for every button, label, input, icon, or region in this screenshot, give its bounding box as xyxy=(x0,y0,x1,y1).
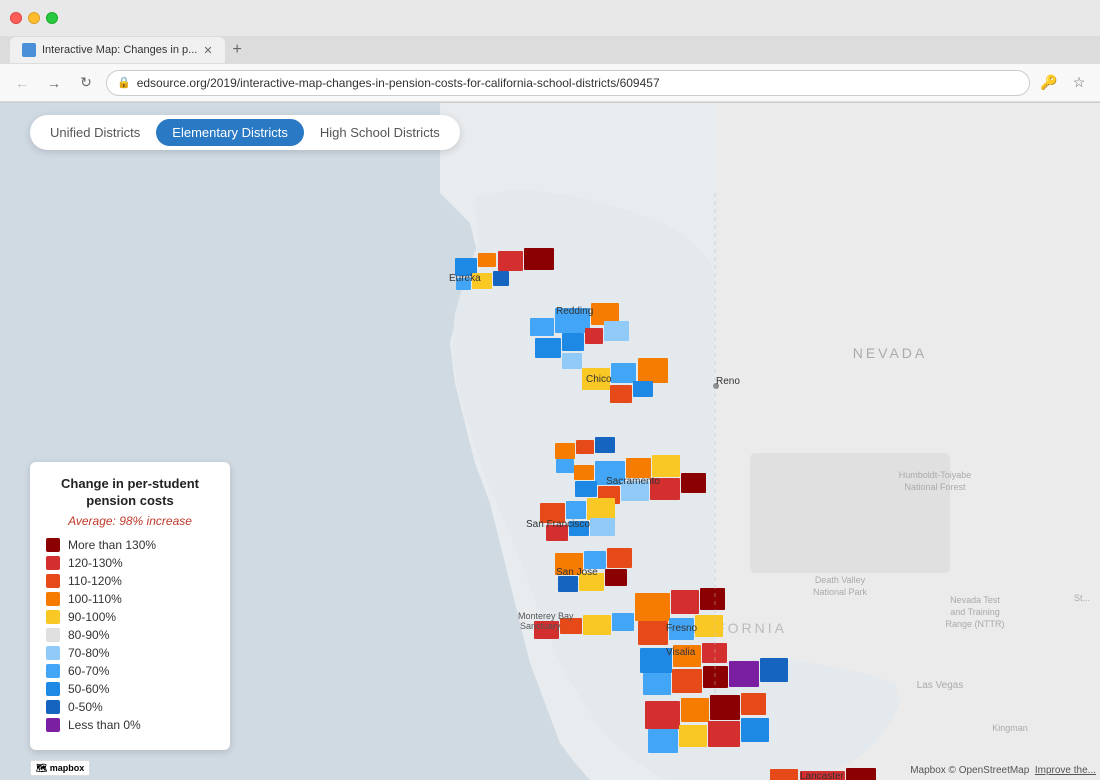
svg-text:Redding: Redding xyxy=(556,306,593,317)
osm-credit: Mapbox © OpenStreetMap Improve the... xyxy=(910,765,1096,776)
bookmark-icon[interactable]: ☆ xyxy=(1068,72,1090,94)
legend-label: 60-70% xyxy=(68,664,109,678)
password-manager-icon[interactable]: 🔑 xyxy=(1038,72,1060,94)
nav-actions: 🔑 ☆ xyxy=(1038,72,1090,94)
legend-swatch xyxy=(46,592,60,606)
close-window-button[interactable] xyxy=(10,12,22,24)
tab-unified-districts[interactable]: Unified Districts xyxy=(34,119,156,146)
svg-text:Chico: Chico xyxy=(586,374,612,385)
forward-button[interactable]: → xyxy=(42,71,66,95)
legend-swatch xyxy=(46,700,60,714)
legend-item: 70-80% xyxy=(46,646,214,660)
svg-text:Visalia: Visalia xyxy=(666,647,696,658)
svg-text:Eureka: Eureka xyxy=(449,273,481,284)
filter-tabs: Unified Districts Elementary Districts H… xyxy=(30,115,460,150)
lock-icon: 🔒 xyxy=(117,76,131,89)
url-text: edsource.org/2019/interactive-map-change… xyxy=(137,76,1019,90)
legend-label: Less than 0% xyxy=(68,718,141,732)
svg-text:Nevada Test: Nevada Test xyxy=(950,595,1000,605)
legend-item: 110-120% xyxy=(46,574,214,588)
legend-swatch xyxy=(46,718,60,732)
legend-swatch xyxy=(46,610,60,624)
browser-chrome: Interactive Map: Changes in p... ✕ + ← →… xyxy=(0,0,1100,103)
svg-text:Death Valley: Death Valley xyxy=(815,575,866,585)
legend: Change in per-studentpension costs Avera… xyxy=(30,462,230,750)
svg-text:Humboldt-Toiyabe: Humboldt-Toiyabe xyxy=(899,470,972,480)
legend-label: 120-130% xyxy=(68,556,123,570)
tab-favicon xyxy=(22,43,36,57)
address-bar[interactable]: 🔒 edsource.org/2019/interactive-map-chan… xyxy=(106,70,1030,96)
svg-text:National Park: National Park xyxy=(813,587,868,597)
svg-text:San Francisco: San Francisco xyxy=(526,519,590,530)
active-tab[interactable]: Interactive Map: Changes in p... ✕ xyxy=(10,37,225,63)
svg-text:Range (NTTR): Range (NTTR) xyxy=(945,619,1004,629)
refresh-button[interactable]: ↻ xyxy=(74,71,98,95)
legend-swatch xyxy=(46,682,60,696)
svg-text:Kingman: Kingman xyxy=(992,723,1028,733)
svg-text:NEVADA: NEVADA xyxy=(853,345,928,361)
legend-item: 60-70% xyxy=(46,664,214,678)
legend-item: 50-60% xyxy=(46,682,214,696)
legend-swatch xyxy=(46,556,60,570)
tab-elementary-districts[interactable]: Elementary Districts xyxy=(156,119,304,146)
mapbox-logo: 🗺 mapbox xyxy=(30,760,90,776)
legend-item: 90-100% xyxy=(46,610,214,624)
legend-swatch xyxy=(46,628,60,642)
svg-text:Monterey Bay: Monterey Bay xyxy=(518,611,574,621)
svg-text:National Forest: National Forest xyxy=(904,482,966,492)
title-bar xyxy=(0,0,1100,36)
tab-close-button[interactable]: ✕ xyxy=(203,44,212,57)
svg-text:Las Vegas: Las Vegas xyxy=(917,680,964,691)
svg-text:St...: St... xyxy=(1074,593,1090,603)
new-tab-button[interactable]: + xyxy=(227,41,248,59)
legend-swatch xyxy=(46,664,60,678)
legend-swatch xyxy=(46,574,60,588)
map-container[interactable]: NEVADA CALIFORNIA Humboldt-Toiyabe Natio… xyxy=(0,103,1100,780)
svg-text:Reno: Reno xyxy=(716,376,740,387)
legend-label: 0-50% xyxy=(68,700,103,714)
traffic-lights xyxy=(10,12,58,24)
legend-item: 0-50% xyxy=(46,700,214,714)
nav-bar: ← → ↻ 🔒 edsource.org/2019/interactive-ma… xyxy=(0,64,1100,102)
legend-item: 80-90% xyxy=(46,628,214,642)
svg-text:Sacramento: Sacramento xyxy=(606,476,660,487)
legend-label: 70-80% xyxy=(68,646,109,660)
back-button[interactable]: ← xyxy=(10,71,34,95)
legend-average: Average: 98% increase xyxy=(46,514,214,528)
tab-bar: Interactive Map: Changes in p... ✕ + xyxy=(0,36,1100,64)
legend-label: 80-90% xyxy=(68,628,109,642)
legend-title: Change in per-studentpension costs xyxy=(46,476,214,510)
improve-map-link[interactable]: Improve the... xyxy=(1035,765,1096,776)
tab-title: Interactive Map: Changes in p... xyxy=(42,44,197,56)
svg-text:San Jose: San Jose xyxy=(556,567,598,578)
legend-item: 100-110% xyxy=(46,592,214,606)
legend-item: Less than 0% xyxy=(46,718,214,732)
tab-highschool-districts[interactable]: High School Districts xyxy=(304,119,456,146)
maximize-window-button[interactable] xyxy=(46,12,58,24)
legend-label: 90-100% xyxy=(68,610,116,624)
legend-label: 100-110% xyxy=(68,592,122,606)
legend-label: 110-120% xyxy=(68,574,122,588)
legend-swatch xyxy=(46,538,60,552)
svg-text:and Training: and Training xyxy=(950,607,1000,617)
legend-item: 120-130% xyxy=(46,556,214,570)
minimize-window-button[interactable] xyxy=(28,12,40,24)
legend-label: More than 130% xyxy=(68,538,156,552)
legend-swatch xyxy=(46,646,60,660)
svg-text:Sanctuary: Sanctuary xyxy=(520,621,561,631)
legend-item: More than 130% xyxy=(46,538,214,552)
svg-text:Fresno: Fresno xyxy=(666,623,698,634)
legend-label: 50-60% xyxy=(68,682,109,696)
legend-items: More than 130% 120-130% 110-120% 100-110% 90… xyxy=(46,538,214,732)
mapbox-credit: 🗺 mapbox xyxy=(30,760,90,776)
